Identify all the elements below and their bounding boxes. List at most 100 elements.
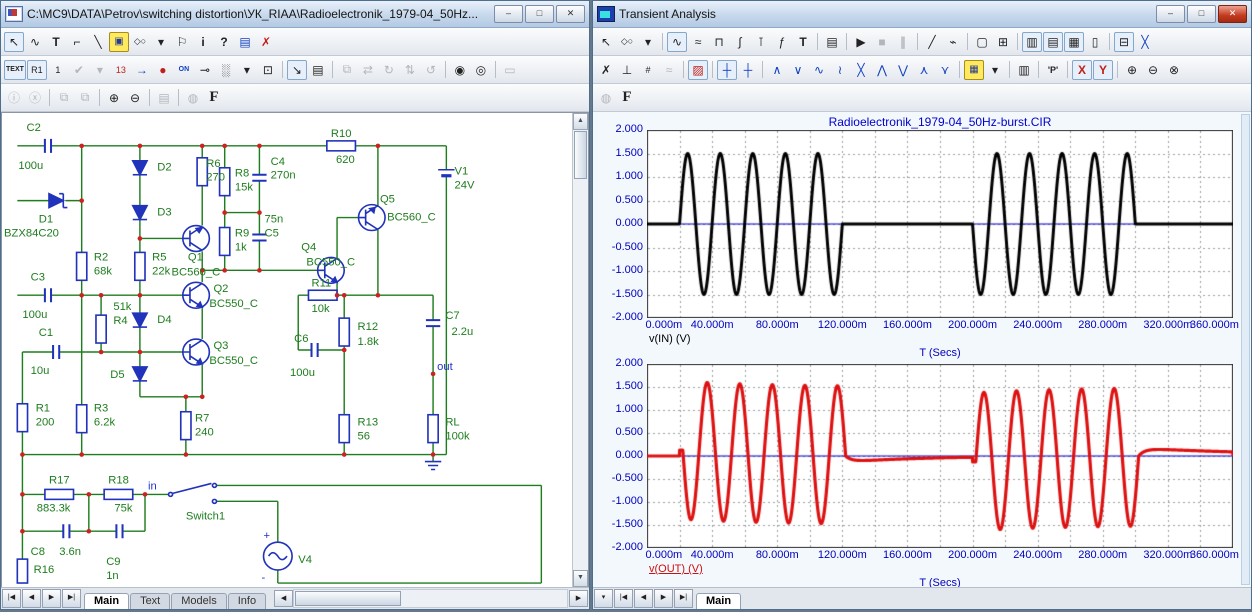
trace-label-vout[interactable]: v(OUT) (V) [649, 563, 1241, 577]
horizontal-cursor-icon[interactable]: ┼ [717, 60, 737, 80]
find-icon[interactable]: ◉ [450, 60, 470, 80]
add-tag-icon[interactable]: ⊥ [617, 60, 637, 80]
attribute-properties-icon[interactable]: ▤ [308, 60, 328, 80]
tab-main[interactable]: Main [84, 593, 129, 609]
horizontal-scrollbar[interactable]: ◀ ▶ [273, 589, 588, 608]
global-low-icon[interactable]: ⋁ [893, 60, 913, 80]
waveform-plot-vout[interactable] [647, 364, 1233, 548]
polyline-mode-icon[interactable]: ⌁ [943, 32, 963, 52]
nav-button-icon[interactable]: ▶ [42, 589, 61, 608]
text-mode-icon[interactable]: T [793, 32, 813, 52]
text-mode-icon[interactable]: T [46, 32, 66, 52]
tracker-vertical-icon[interactable]: ▥ [1022, 32, 1042, 52]
animate-icon[interactable]: ◍ [596, 88, 616, 108]
thumbnail-icon[interactable]: ▤ [154, 88, 174, 108]
error-check-icon[interactable]: ✗ [256, 32, 276, 52]
dynamic-ac-icon[interactable]: ⊺ [751, 32, 771, 52]
scroll-right-icon[interactable]: ▶ [569, 590, 588, 607]
vertical-cursor-icon[interactable]: ┼ [738, 60, 758, 80]
help-mode-icon[interactable]: ? [214, 32, 234, 52]
maximize-button[interactable]: □ [525, 5, 554, 23]
ac-analysis-icon[interactable]: ≈ [688, 32, 708, 52]
design-checks-icon[interactable]: ▭ [500, 60, 520, 80]
show-node-voltages-icon[interactable]: 13 [111, 60, 131, 80]
nav-button-icon[interactable]: ▶| [674, 589, 693, 608]
show-attribute-text-icon[interactable]: TEXT [4, 60, 26, 80]
delete-datapoint-icon[interactable]: ✗ [596, 60, 616, 80]
plot-scrollbar[interactable] [1241, 114, 1250, 585]
go-to-valley-icon[interactable]: ∨ [788, 60, 808, 80]
tracker-grid-icon[interactable]: ▦ [1064, 32, 1084, 52]
info-page-icon[interactable]: ▤ [235, 32, 255, 52]
pause-icon[interactable]: ∥ [893, 32, 913, 52]
font-icon[interactable]: F [204, 88, 224, 108]
show-border-icon[interactable]: ⊡ [258, 60, 278, 80]
path-select-mode-icon[interactable]: ↘ [287, 60, 307, 80]
state-variables-icon[interactable]: ▦ [964, 60, 984, 80]
select-mode-icon[interactable]: ↖ [4, 32, 24, 52]
show-node-numbers-icon[interactable]: 1 [48, 60, 68, 80]
component-mode-icon[interactable]: ▣ [109, 32, 129, 52]
mirror-icon[interactable]: ⇄ [358, 60, 378, 80]
flag-mode-icon[interactable]: ⚐ [172, 32, 192, 52]
show-power-icon[interactable]: ● [153, 60, 173, 80]
scroll-up-icon[interactable]: ▲ [573, 113, 588, 130]
graph-grid-icon[interactable]: ⊞ [993, 32, 1013, 52]
nav-button-icon[interactable]: ▶| [62, 589, 81, 608]
run-icon[interactable]: ▶ [851, 32, 871, 52]
dc-analysis-icon[interactable]: ⊓ [709, 32, 729, 52]
properties-icon[interactable]: ▤ [822, 32, 842, 52]
animate-icon[interactable]: ◍ [183, 88, 203, 108]
minimize-button[interactable]: – [1156, 5, 1185, 23]
tab-text[interactable]: Text [130, 593, 170, 609]
nav-button-icon[interactable]: ◀ [22, 589, 41, 608]
show-wire-ends-icon[interactable]: ⊸ [195, 60, 215, 80]
x-scale-icon[interactable]: X [1072, 60, 1092, 80]
scroll-down-icon[interactable]: ▼ [573, 570, 588, 587]
zoom-window-icon[interactable]: ⊗ [1164, 60, 1184, 80]
show-attributes-icon[interactable]: R1 [27, 60, 47, 80]
go-to-peak-icon[interactable]: ∧ [767, 60, 787, 80]
nav-button-icon[interactable]: ◀ [634, 589, 653, 608]
shapes-dropdown-icon[interactable]: ▾ [638, 32, 658, 52]
flip-y-icon[interactable]: ⇅ [400, 60, 420, 80]
minimize-button[interactable]: – [494, 5, 523, 23]
go-to-rise-icon[interactable]: ∿ [809, 60, 829, 80]
tracker-horizontal-icon[interactable]: ▤ [1043, 32, 1063, 52]
left-titlebar[interactable]: C:\MC9\DATA\Petrov\switching distortion\… [1, 1, 589, 28]
dynamic-dc-icon[interactable]: ∫ [730, 32, 750, 52]
line-mode-icon[interactable]: ╱ [922, 32, 942, 52]
go-to-crossing-icon[interactable]: ╳ [851, 60, 871, 80]
nav-button-icon[interactable]: ▾ [594, 589, 613, 608]
font-icon[interactable]: F [617, 88, 637, 108]
add-data-tag-icon[interactable]: # [638, 60, 658, 80]
find-next-icon[interactable]: ◎ [471, 60, 491, 80]
scroll-track[interactable] [573, 180, 588, 570]
nav-button-icon[interactable]: |◀ [2, 589, 21, 608]
show-vip-icon[interactable]: ✔ [69, 60, 89, 80]
tab-info[interactable]: Info [228, 593, 266, 609]
grid-dropdown-icon[interactable]: ▾ [237, 60, 257, 80]
hscroll-thumb[interactable] [295, 591, 401, 606]
envelope-bottom-icon[interactable]: ⋎ [935, 60, 955, 80]
schematic-canvas[interactable]: C2100uD1BZX84C20C3100uC110uR1200R268kR36… [2, 113, 572, 587]
box-region-icon[interactable]: ⧉ [337, 60, 357, 80]
shapes-mode-icon[interactable]: ◇○ [130, 32, 150, 52]
envelope-top-icon[interactable]: ⋏ [914, 60, 934, 80]
wire-mode-icon[interactable]: ∿ [25, 32, 45, 52]
show-conditions-icon[interactable]: ON [174, 60, 194, 80]
global-high-icon[interactable]: ⋀ [872, 60, 892, 80]
line-mode-icon[interactable]: ╲ [88, 32, 108, 52]
go-to-fall-icon[interactable]: ≀ [830, 60, 850, 80]
single-plot-icon[interactable]: ⊟ [1114, 32, 1134, 52]
y-scale-icon[interactable]: Y [1093, 60, 1113, 80]
align-cursors-icon[interactable]: ≈ [659, 60, 679, 80]
select-box-icon[interactable]: ▢ [972, 32, 992, 52]
slope-tool-icon[interactable]: ╳ [1135, 32, 1155, 52]
copy-to-front-icon[interactable]: ⧉ [75, 88, 95, 108]
shapes-mode-icon[interactable]: ◇○ [617, 32, 637, 52]
tab-models[interactable]: Models [171, 593, 226, 609]
zoom-in-icon[interactable]: ⊕ [1122, 60, 1142, 80]
close-button[interactable]: ✕ [556, 5, 585, 23]
scroll-thumb[interactable] [574, 131, 587, 179]
